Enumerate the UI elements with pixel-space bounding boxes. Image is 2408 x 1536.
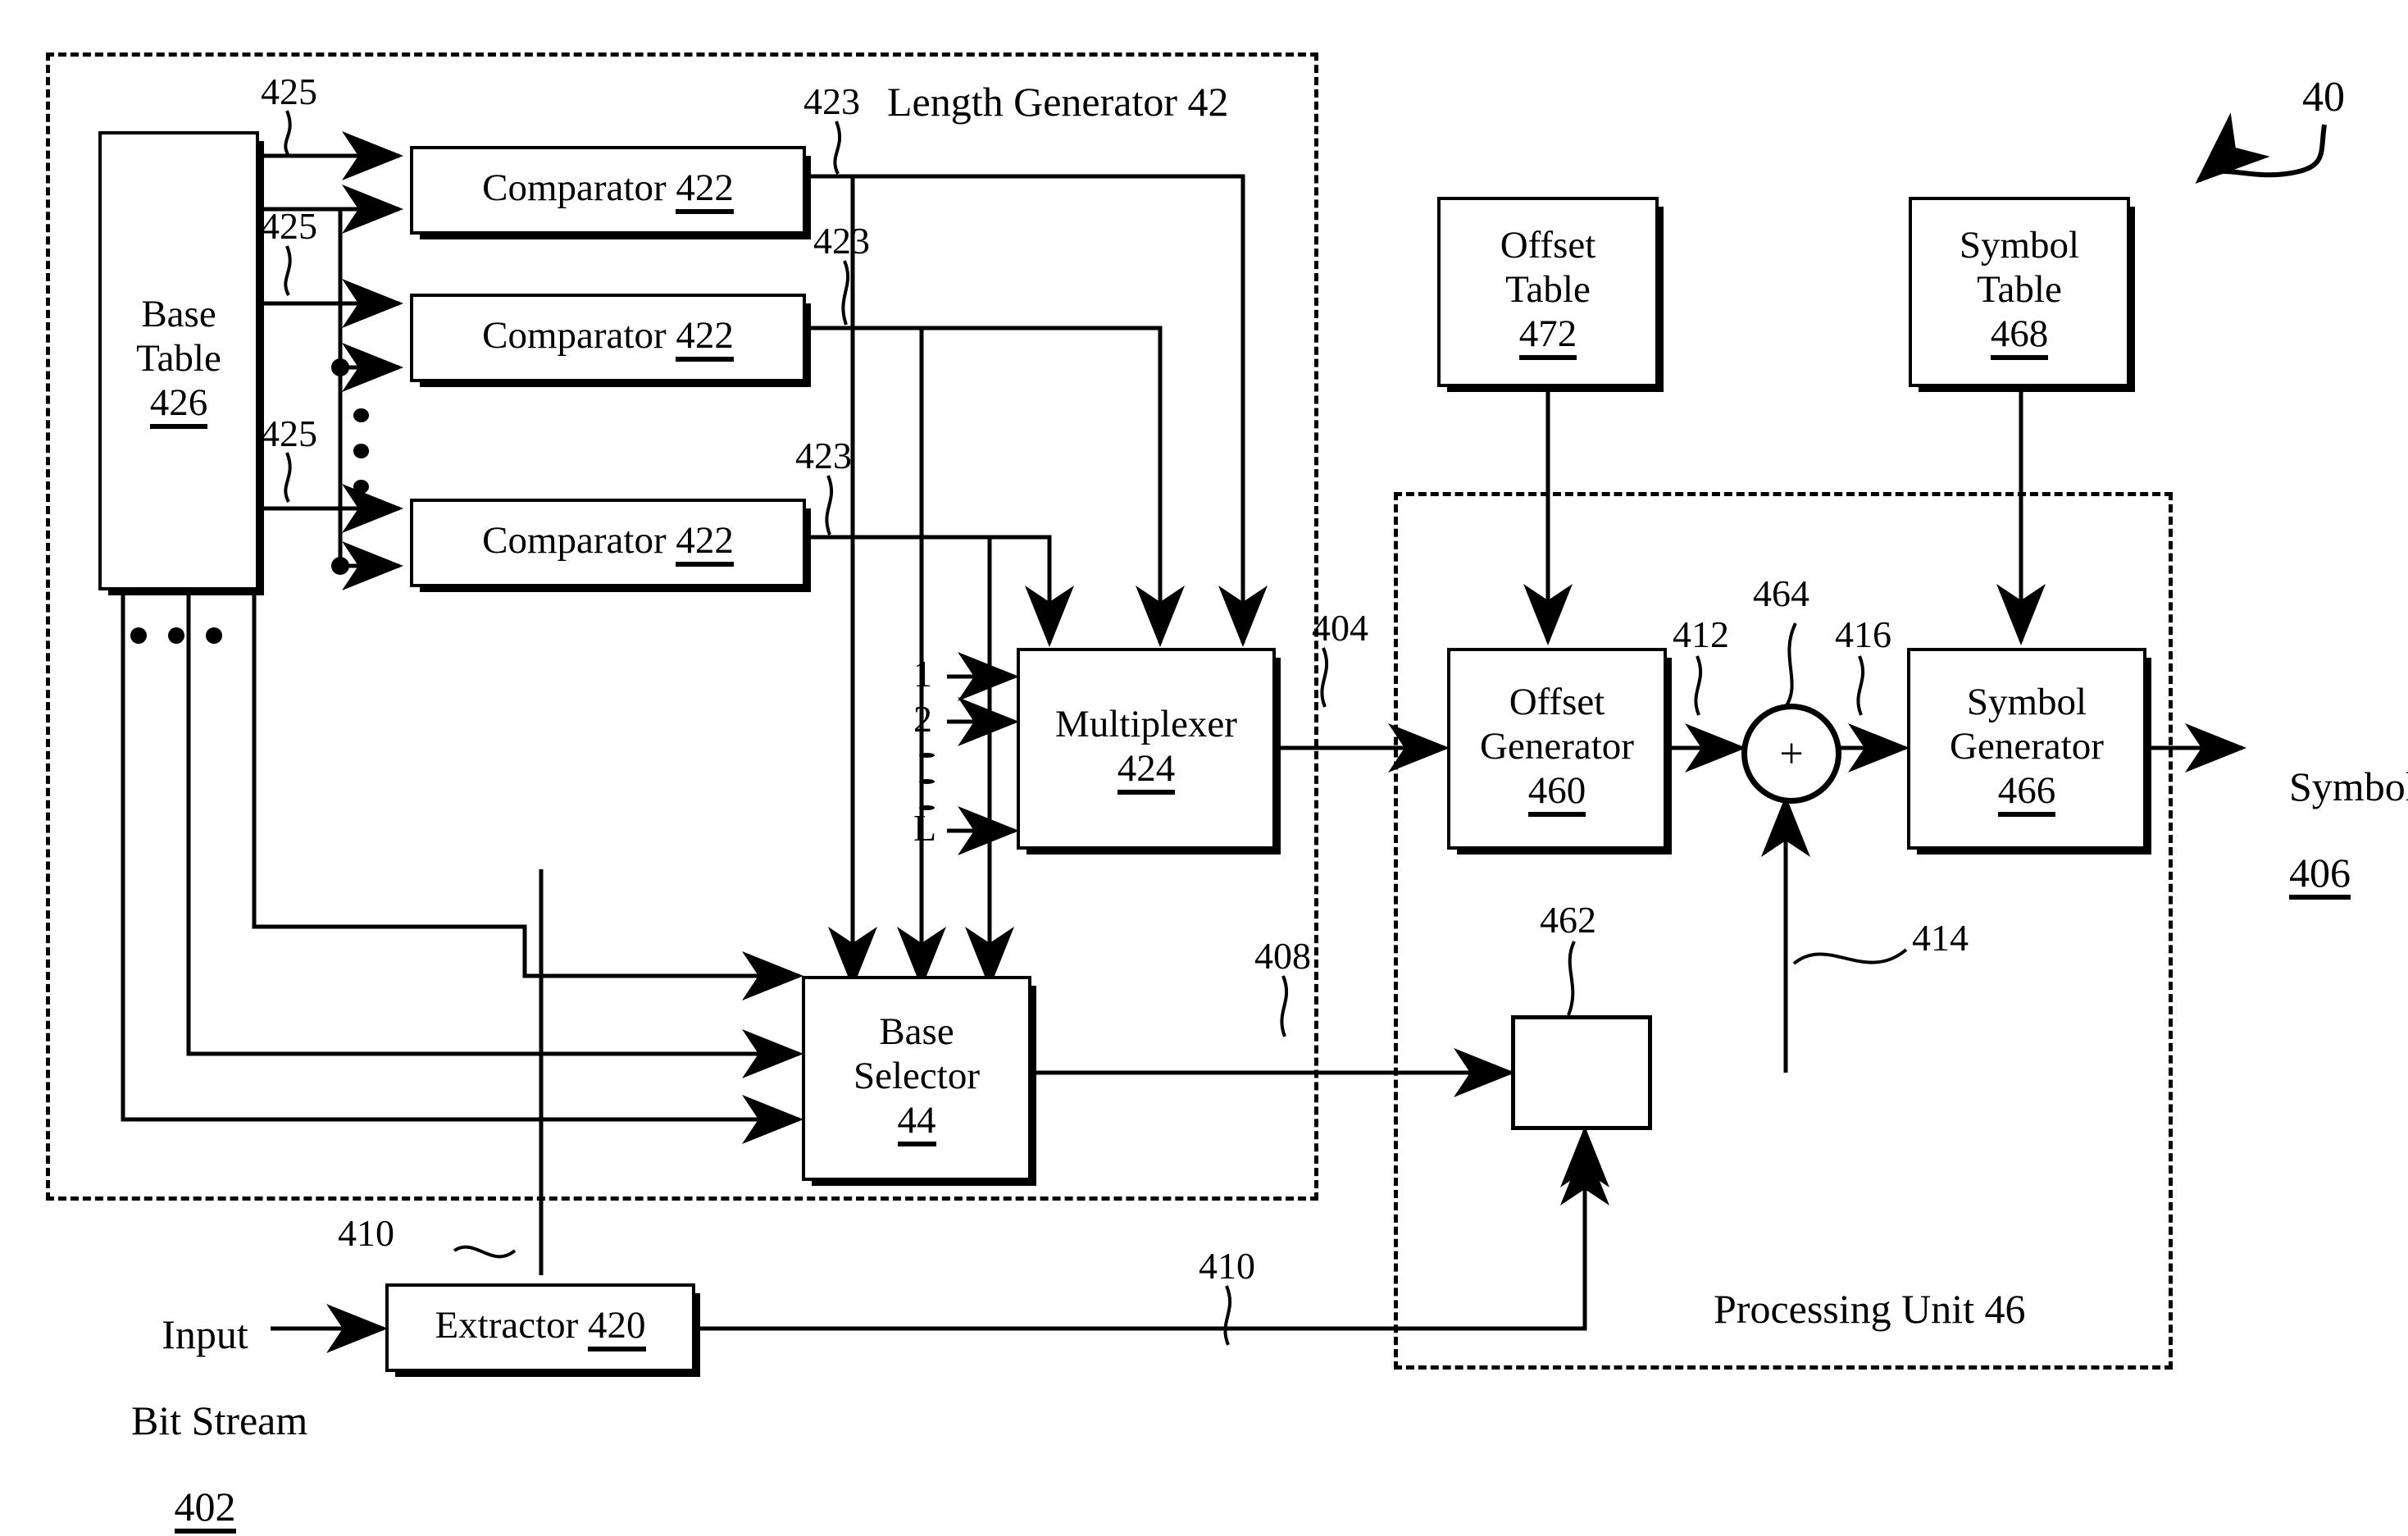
- comparator-ellipsis: [344, 398, 377, 504]
- symbol-table-number: 468: [1990, 314, 2049, 360]
- multiplexer-block[interactable]: Multiplexer 424: [1017, 648, 1276, 850]
- symbol-generator-title-line1: Symbol: [1966, 681, 2087, 724]
- patent-figure: Length Generator 42 Processing Unit 46 4…: [0, 0, 2408, 1536]
- symbol-table-title-line1: Symbol: [1959, 224, 2080, 267]
- extractor-block[interactable]: Extractor 420: [385, 1283, 695, 1372]
- adder-node[interactable]: +: [1741, 704, 1841, 804]
- comparator-3-block[interactable]: Comparator 422: [410, 499, 806, 587]
- symbol-generator-number: 466: [1997, 771, 2056, 817]
- base-selector-number: 44: [897, 1101, 936, 1146]
- input-bit-stream-line2: Bit Stream: [131, 1397, 308, 1443]
- offset-table-title-line1: Offset: [1500, 224, 1596, 267]
- offset-generator-number: 460: [1527, 771, 1586, 817]
- comparator-3-number: 422: [676, 522, 734, 567]
- symbol-generator-block[interactable]: Symbol Generator 466: [1907, 648, 2146, 850]
- mux-input-2-label: 2: [913, 698, 932, 740]
- input-bit-stream-number: 402: [174, 1486, 236, 1534]
- ref-416: 416: [1835, 613, 1891, 655]
- ref-464: 464: [1753, 572, 1809, 614]
- adder-plus-icon: +: [1779, 730, 1804, 777]
- mux-input-1-label: 1: [913, 653, 932, 695]
- ref-423-a: 423: [803, 80, 860, 122]
- symbol-output-line1: Symbol: [2289, 763, 2408, 809]
- comparator-1-number: 422: [676, 169, 734, 214]
- processing-unit-label: Processing Unit 46: [1714, 1286, 2026, 1332]
- symbol-output-number: 406: [2289, 852, 2351, 900]
- offset-generator-title-line2: Generator: [1480, 725, 1634, 768]
- ref-410-extractor: 410: [338, 1212, 394, 1254]
- ref-462: 462: [1540, 899, 1596, 941]
- multiplexer-title: Multiplexer: [1055, 703, 1237, 746]
- multiplexer-number: 424: [1117, 749, 1176, 795]
- ref-404: 404: [1312, 607, 1368, 649]
- length-generator-label: Length Generator 42: [887, 79, 1229, 125]
- offset-generator-title-line1: Offset: [1509, 681, 1605, 724]
- processing-unit-group: [1394, 492, 2173, 1370]
- comparator-2-number: 422: [676, 317, 734, 362]
- extractor-number: 420: [588, 1306, 646, 1351]
- ref-425-a: 425: [261, 71, 317, 112]
- symbol-output-label: Symbol 406: [2248, 722, 2408, 942]
- comparator-2-block[interactable]: Comparator 422: [410, 294, 806, 382]
- base-table-ellipsis: [115, 623, 238, 648]
- ref-410-bus: 410: [1199, 1245, 1255, 1287]
- base-selector-title-line2: Selector: [853, 1055, 980, 1097]
- symbol-generator-title-line2: Generator: [1950, 725, 2104, 768]
- offset-table-number: 472: [1518, 314, 1577, 360]
- comparator-2-title: Comparator: [482, 314, 667, 357]
- input-bit-stream-line1: Input: [162, 1310, 248, 1357]
- offset-generator-block[interactable]: Offset Generator 460: [1447, 648, 1667, 850]
- symbol-table-block[interactable]: Symbol Table 468: [1909, 197, 2130, 387]
- comparator-1-block[interactable]: Comparator 422: [410, 146, 806, 235]
- input-bit-stream-label: Input Bit Stream 402: [90, 1269, 307, 1536]
- ref-423-b: 423: [813, 220, 870, 262]
- base-selector-title-line1: Base: [879, 1010, 954, 1054]
- offset-table-block[interactable]: Offset Table 472: [1437, 197, 1659, 387]
- comparator-3-title: Comparator: [482, 519, 667, 562]
- base-table-block[interactable]: Base Table 426: [98, 131, 259, 590]
- base-table-number: 426: [149, 383, 208, 429]
- base-table-title-line1: Base: [141, 293, 216, 336]
- ref-412: 412: [1673, 613, 1729, 655]
- figure-number: 40: [2302, 74, 2345, 121]
- offset-table-title-line2: Table: [1505, 268, 1591, 311]
- ref-425-c: 425: [261, 412, 317, 454]
- base-table-title-line2: Table: [136, 337, 221, 380]
- symbol-table-title-line2: Table: [1977, 268, 2062, 311]
- base-selector-block[interactable]: Base Selector 44: [802, 976, 1031, 1181]
- ref-414: 414: [1912, 917, 1969, 959]
- ref-423-c: 423: [795, 435, 852, 476]
- ref-408: 408: [1254, 935, 1311, 977]
- mux-input-L-label: L: [913, 807, 937, 849]
- delay-unit-block[interactable]: [1511, 1015, 1652, 1130]
- ref-425-b: 425: [261, 205, 317, 247]
- comparator-1-title: Comparator: [482, 166, 667, 209]
- extractor-title: Extractor: [435, 1304, 579, 1347]
